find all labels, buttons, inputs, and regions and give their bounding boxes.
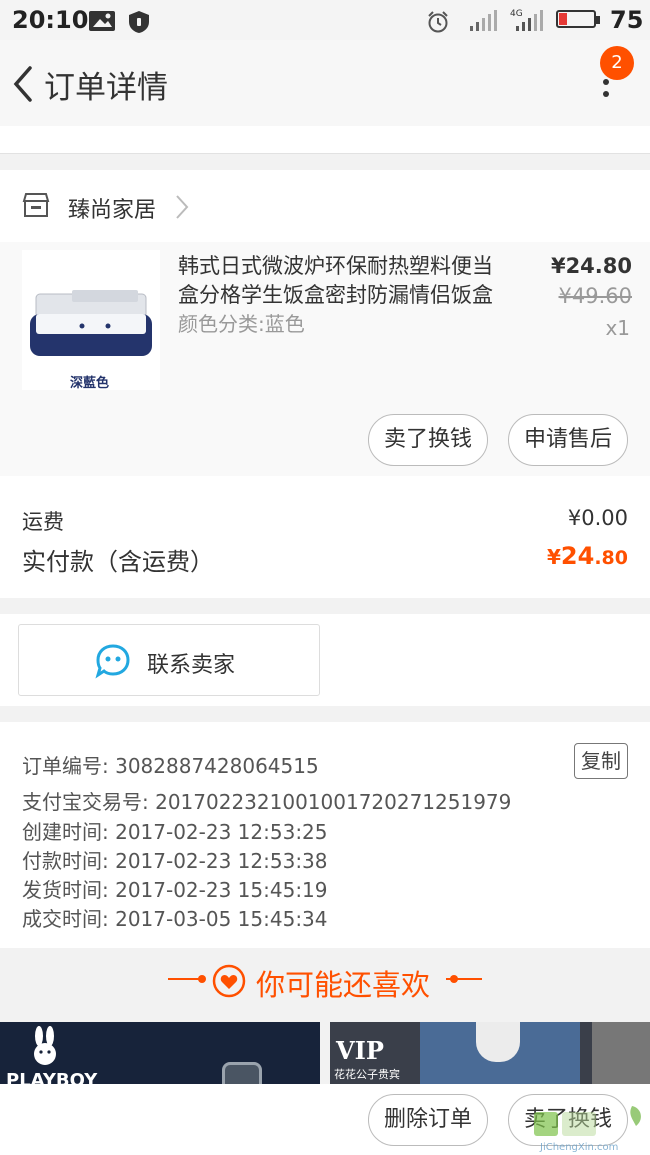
photo-notification-icon [89, 11, 115, 31]
recommend-item[interactable]: VIP 花花公子贵宾 [330, 1022, 650, 1084]
lunchbox-image [22, 250, 160, 390]
shipping-label: 运费 [22, 510, 64, 534]
paid-label: 实付款（含运费） [22, 548, 214, 576]
paid-time: 付款时间: 2017-02-23 12:53:38 [22, 849, 328, 873]
contact-seller-label: 联系卖家 [147, 653, 236, 678]
status-bar: 20:10 4G 75 [0, 0, 650, 40]
copy-button[interactable]: 复制 [574, 743, 628, 779]
chat-bubble-icon [95, 644, 130, 679]
product-attribute: 颜色分类:蓝色 [178, 312, 305, 336]
battery-percent: 75 [610, 6, 644, 34]
back-chevron-icon[interactable] [8, 62, 38, 106]
shop-name: 臻尚家居 [68, 198, 157, 223]
shop-header[interactable]: 臻尚家居 [0, 170, 650, 242]
heart-icon [212, 964, 246, 998]
signal-4g-icon: 4G [510, 9, 543, 31]
bunny-logo-icon [34, 1026, 56, 1065]
nav-bar: 订单详情 2 [0, 40, 650, 126]
order-item[interactable]: 深藍色 韩式日式微波炉环保耐热塑料便当盒分格学生饭盒密封防漏情侣饭盒 颜色分类:… [0, 242, 650, 476]
recommend-subtitle: 花花公子贵宾 [334, 1068, 400, 1081]
battery-icon [556, 10, 600, 28]
recommend-header: 你可能还喜欢 [0, 950, 650, 1012]
order-info: 订单编号: 3082887428064515 复制 支付宝交易号: 201702… [0, 722, 650, 948]
site-watermark: JiChengXin.com [532, 1098, 650, 1155]
page-title: 订单详情 [44, 70, 168, 106]
building-image [592, 1022, 650, 1084]
recommend-title: 你可能还喜欢 [256, 968, 431, 1002]
completed-time: 成交时间: 2017-03-05 15:45:34 [22, 907, 328, 931]
thumbnail-color-label: 深藍色 [70, 376, 110, 391]
created-time: 创建时间: 2017-02-23 12:53:25 [22, 820, 328, 844]
order-number: 订单编号: 3082887428064515 [22, 754, 319, 778]
product-quantity: x1 [605, 316, 630, 340]
delete-order-button[interactable]: 删除订单 [368, 1094, 488, 1146]
signal-icon [470, 10, 497, 31]
paid-amount: ¥24.80 [547, 542, 628, 570]
network-type: 4G [510, 9, 523, 19]
paid-decimal: .80 [594, 547, 628, 569]
product-price: ¥24.80 [550, 254, 632, 278]
notification-badge: 2 [600, 46, 634, 80]
mannequin-neck [476, 1022, 520, 1062]
sell-button[interactable]: 卖了换钱 [368, 414, 488, 466]
alipay-number: 支付宝交易号: 2017022321001001720271251979 [22, 790, 512, 814]
paid-integer: 24 [560, 542, 595, 570]
recommend-item[interactable]: PLAYBOY [0, 1022, 320, 1084]
status-time: 20:10 [12, 6, 89, 34]
divider-dot [198, 975, 206, 983]
shipping-value: ¥0.00 [567, 506, 628, 530]
more-vertical-icon[interactable] [596, 76, 616, 120]
previous-section-edge [0, 126, 650, 154]
product-title[interactable]: 韩式日式微波炉环保耐热塑料便当盒分格学生饭盒密封防漏情侣饭盒 [178, 252, 510, 310]
chevron-right-icon [176, 195, 189, 219]
store-icon [22, 193, 50, 217]
watermark-text: JiChengXin.com [540, 1142, 619, 1153]
shipped-time: 发货时间: 2017-02-23 15:45:19 [22, 878, 328, 902]
alarm-icon [428, 11, 448, 33]
original-price: ¥49.60 [558, 284, 632, 308]
watch-image [222, 1062, 262, 1084]
contact-section: 联系卖家 [0, 614, 650, 706]
fee-summary: 运费 ¥0.00 实付款（含运费） ¥24.80 [0, 476, 650, 598]
recommend-brand: PLAYBOY [6, 1070, 98, 1084]
shield-icon [129, 11, 149, 33]
recommend-brand: VIP [336, 1036, 384, 1065]
product-thumbnail[interactable]: 深藍色 [22, 250, 160, 391]
after-sale-button[interactable]: 申请售后 [508, 414, 628, 466]
contact-seller-button[interactable]: 联系卖家 [18, 624, 320, 696]
paid-currency: ¥ [547, 545, 561, 569]
divider-right [446, 978, 482, 980]
